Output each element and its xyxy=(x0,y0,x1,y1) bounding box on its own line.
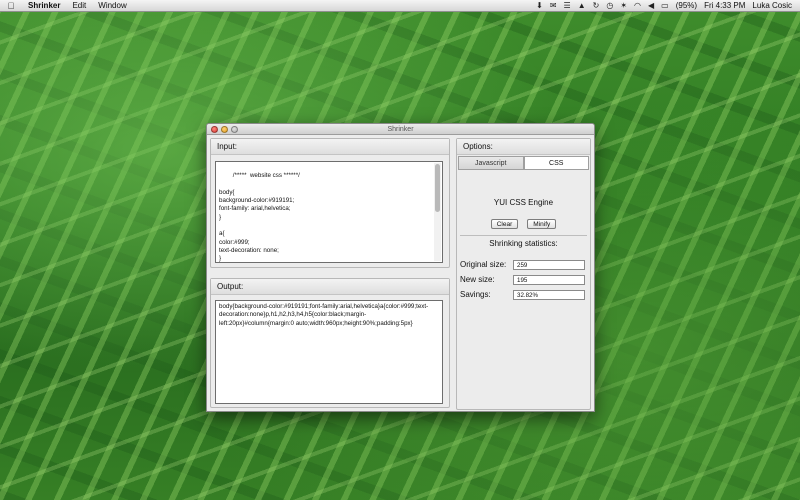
menu-user[interactable]: Luka Cosic xyxy=(752,0,792,12)
menu-window[interactable]: Window xyxy=(92,0,132,12)
original-size-field[interactable]: 259 xyxy=(513,259,585,270)
stats-title: Shrinking statistics: xyxy=(489,239,558,248)
clear-button[interactable]: Clear xyxy=(490,219,519,229)
stat-savings: Savings: 32.82% xyxy=(460,289,587,300)
savings-field[interactable]: 32.82% xyxy=(513,289,585,300)
shrinker-window: Shrinker Input: /***** website css *****… xyxy=(206,123,595,412)
new-size-label: New size: xyxy=(460,275,495,284)
savings-label: Savings: xyxy=(460,290,491,299)
input-textarea[interactable]: /***** website css ******/ body{ backgro… xyxy=(215,161,443,263)
battery-percent: (95%) xyxy=(675,0,698,10)
input-header: Input: xyxy=(211,139,449,155)
time-machine-icon[interactable]: ◷ xyxy=(606,0,613,12)
options-panel: Options: Javascript CSS YUI CSS Engine C… xyxy=(456,138,591,410)
window-titlebar[interactable]: Shrinker xyxy=(207,124,594,135)
window-title: Shrinker xyxy=(387,126,414,133)
bluetooth-icon[interactable]: ✶ xyxy=(620,0,627,12)
adobe-icon[interactable]: ▲ xyxy=(578,0,586,12)
output-header: Output: xyxy=(211,279,449,295)
menu-edit[interactable]: Edit xyxy=(66,0,92,12)
tab-css[interactable]: CSS xyxy=(523,156,589,170)
mail-icon[interactable]: ✉ xyxy=(550,0,557,12)
menu-app-name[interactable]: Shrinker xyxy=(22,0,66,12)
original-size-label: Original size: xyxy=(460,260,507,269)
options-divider xyxy=(460,235,587,236)
output-textarea[interactable]: body{background-color:#919191;font-famil… xyxy=(215,300,443,404)
sync-icon[interactable]: ↻ xyxy=(593,0,600,12)
battery-icon[interactable]: ▭ xyxy=(661,0,669,12)
stat-original: Original size: 259 xyxy=(460,259,587,270)
engine-label: YUI CSS Engine xyxy=(493,198,554,207)
menu-bar:  Shrinker Edit Window ⬇ ✉ ☰ ▲ ↻ ◷ ✶ ◠ ◀… xyxy=(0,0,800,12)
options-tabs: Javascript CSS xyxy=(458,156,589,170)
options-header: Options: xyxy=(457,139,590,155)
input-text: /***** website css ******/ body{ backgro… xyxy=(219,172,300,263)
action-buttons: Clear Minify xyxy=(457,219,590,229)
stat-new: New size: 195 xyxy=(460,274,587,285)
menu-clock[interactable]: Fri 4:33 PM xyxy=(704,0,745,12)
new-size-field[interactable]: 195 xyxy=(513,274,585,285)
apple-icon[interactable]:  xyxy=(0,1,22,11)
input-panel: Input: /***** website css ******/ body{ … xyxy=(210,138,450,268)
tab-javascript[interactable]: Javascript xyxy=(458,156,524,170)
wifi-icon[interactable]: ◠ xyxy=(634,0,641,12)
status-area: ⬇ ✉ ☰ ▲ ↻ ◷ ✶ ◠ ◀ ▭ (95%) Fri 4:33 PM Lu… xyxy=(536,0,800,12)
chart-icon[interactable]: ☰ xyxy=(564,0,571,12)
minify-button[interactable]: Minify xyxy=(527,219,557,229)
input-scroll-thumb[interactable] xyxy=(435,164,440,212)
output-panel: Output: body{background-color:#919191;fo… xyxy=(210,278,450,408)
window-content: Input: /***** website css ******/ body{ … xyxy=(207,136,594,411)
input-scrollbar[interactable] xyxy=(434,163,441,261)
download-icon[interactable]: ⬇ xyxy=(536,0,543,12)
volume-icon[interactable]: ◀ xyxy=(648,0,654,12)
